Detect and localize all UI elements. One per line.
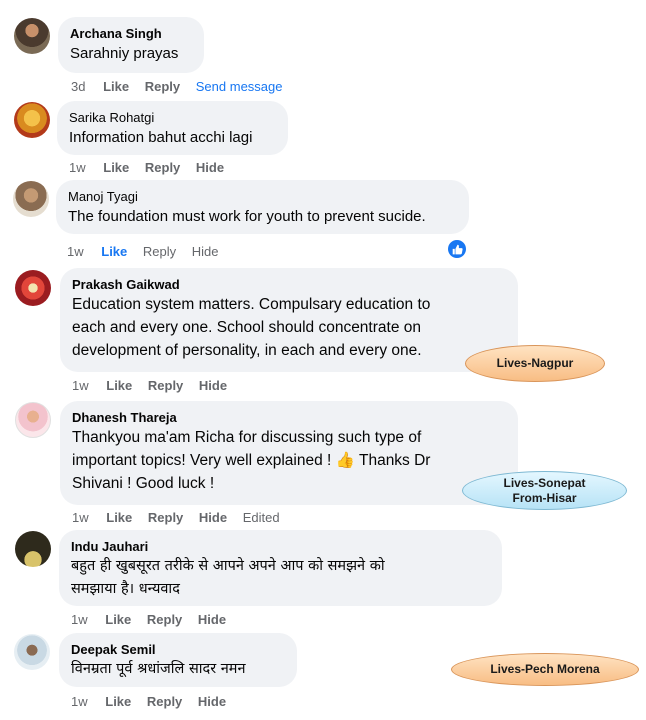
- like-button[interactable]: Like: [105, 612, 131, 627]
- like-button[interactable]: Like: [101, 244, 127, 259]
- comment-actions: 1w Like Reply Hide: [72, 378, 239, 393]
- avatar-prakash-gaikwad[interactable]: [15, 270, 51, 306]
- commenter-name[interactable]: Dhanesh Thareja: [72, 409, 506, 426]
- location-tag-label: Lives-Nagpur: [496, 356, 574, 370]
- commenter-name[interactable]: Indu Jauhari: [71, 538, 490, 555]
- timestamp[interactable]: 1w: [72, 510, 89, 525]
- hide-button[interactable]: Hide: [196, 160, 224, 175]
- commenter-name[interactable]: Deepak Semil: [71, 641, 285, 658]
- location-tag-label: From-Hisar: [512, 490, 577, 505]
- commenter-name[interactable]: Archana Singh: [70, 25, 192, 42]
- comment-text: Education system matters. Compulsary edu…: [72, 296, 431, 359]
- hide-button[interactable]: Hide: [198, 694, 226, 709]
- commenter-name[interactable]: Manoj Tyagi: [68, 188, 457, 205]
- send-message-button[interactable]: Send message: [196, 79, 283, 94]
- avatar-sarika-rohatgi[interactable]: [14, 102, 50, 138]
- reply-button[interactable]: Reply: [147, 612, 182, 627]
- avatar-indu-jauhari[interactable]: [15, 531, 51, 567]
- commenter-name[interactable]: Prakash Gaikwad: [72, 276, 506, 293]
- like-button[interactable]: Like: [103, 79, 129, 94]
- location-tag-label: Lives-Pech Morena: [490, 662, 600, 676]
- comment-bubble: Deepak Semil विनम्रता पूर्व श्रधांजलि सा…: [59, 633, 297, 687]
- timestamp[interactable]: 1w: [71, 694, 88, 709]
- hide-button[interactable]: Hide: [192, 244, 219, 259]
- comment-text: The foundation must work for youth to pr…: [68, 208, 426, 225]
- timestamp[interactable]: 1w: [72, 378, 89, 393]
- like-button[interactable]: Like: [105, 694, 131, 709]
- comment-bubble: Indu Jauhari बहुत ही खुबसूरत तरीके से आप…: [59, 530, 502, 606]
- comment-actions: 1w Like Reply Hide: [69, 160, 236, 175]
- comment-bubble: Dhanesh Thareja Thankyou ma'am Richa for…: [60, 401, 518, 505]
- comment-text: बहुत ही खुबसूरत तरीके से आपने अपने आप को…: [71, 558, 385, 597]
- location-tag: Lives-Nagpur: [465, 345, 605, 382]
- comment-text: विनम्रता पूर्व श्रधांजलि सादर नमन: [71, 661, 246, 677]
- reply-button[interactable]: Reply: [147, 694, 182, 709]
- like-button[interactable]: Like: [103, 160, 129, 175]
- comment-actions: 1w Like Reply Hide: [67, 244, 231, 259]
- edited-label: Edited: [242, 510, 280, 525]
- comment-text: Sarahniy prayas: [70, 45, 179, 62]
- commenter-name[interactable]: Sarika Rohatgi: [69, 109, 276, 126]
- like-button[interactable]: Like: [106, 510, 132, 525]
- location-tag: Lives-Sonepat From-Hisar: [462, 471, 627, 510]
- avatar-archana-singh[interactable]: [14, 18, 50, 54]
- comment-actions: 1w Like Reply Hide: [71, 612, 238, 627]
- location-tag: Lives-Pech Morena: [451, 653, 639, 686]
- hide-button[interactable]: Hide: [199, 378, 227, 393]
- comment-text: Thankyou ma'am Richa for discussing such…: [72, 426, 506, 495]
- comment-bubble: Sarika Rohatgi Information bahut acchi l…: [57, 101, 288, 155]
- comment-actions: 3d Like Reply Send message: [71, 79, 295, 94]
- comment-bubble: Prakash Gaikwad Education system matters…: [60, 268, 518, 372]
- reply-button[interactable]: Reply: [143, 244, 176, 259]
- comment-text: Information bahut acchi lagi: [69, 129, 253, 146]
- thumbs-up-emoji-icon: 👍: [335, 452, 355, 469]
- reply-button[interactable]: Reply: [145, 160, 180, 175]
- timestamp[interactable]: 1w: [67, 244, 84, 259]
- location-tag-label: Lives-Sonepat: [503, 475, 586, 490]
- comment-actions: 1w Like Reply Hide Edited: [72, 510, 292, 525]
- timestamp[interactable]: 1w: [71, 612, 88, 627]
- reply-button[interactable]: Reply: [148, 510, 183, 525]
- like-button[interactable]: Like: [106, 378, 132, 393]
- timestamp[interactable]: 1w: [69, 160, 86, 175]
- avatar-dhanesh-thareja[interactable]: [15, 402, 51, 438]
- comment-bubble: Manoj Tyagi The foundation must work for…: [56, 180, 469, 234]
- reply-button[interactable]: Reply: [148, 378, 183, 393]
- hide-button[interactable]: Hide: [199, 510, 227, 525]
- timestamp[interactable]: 3d: [71, 79, 85, 94]
- comment-bubble: Archana Singh Sarahniy prayas: [58, 17, 204, 73]
- avatar-manoj-tyagi[interactable]: [13, 181, 49, 217]
- reply-button[interactable]: Reply: [145, 79, 180, 94]
- hide-button[interactable]: Hide: [198, 612, 226, 627]
- like-reaction-icon[interactable]: [446, 238, 468, 260]
- avatar-deepak-semil[interactable]: [14, 634, 50, 670]
- comment-actions: 1w Like Reply Hide: [71, 694, 238, 709]
